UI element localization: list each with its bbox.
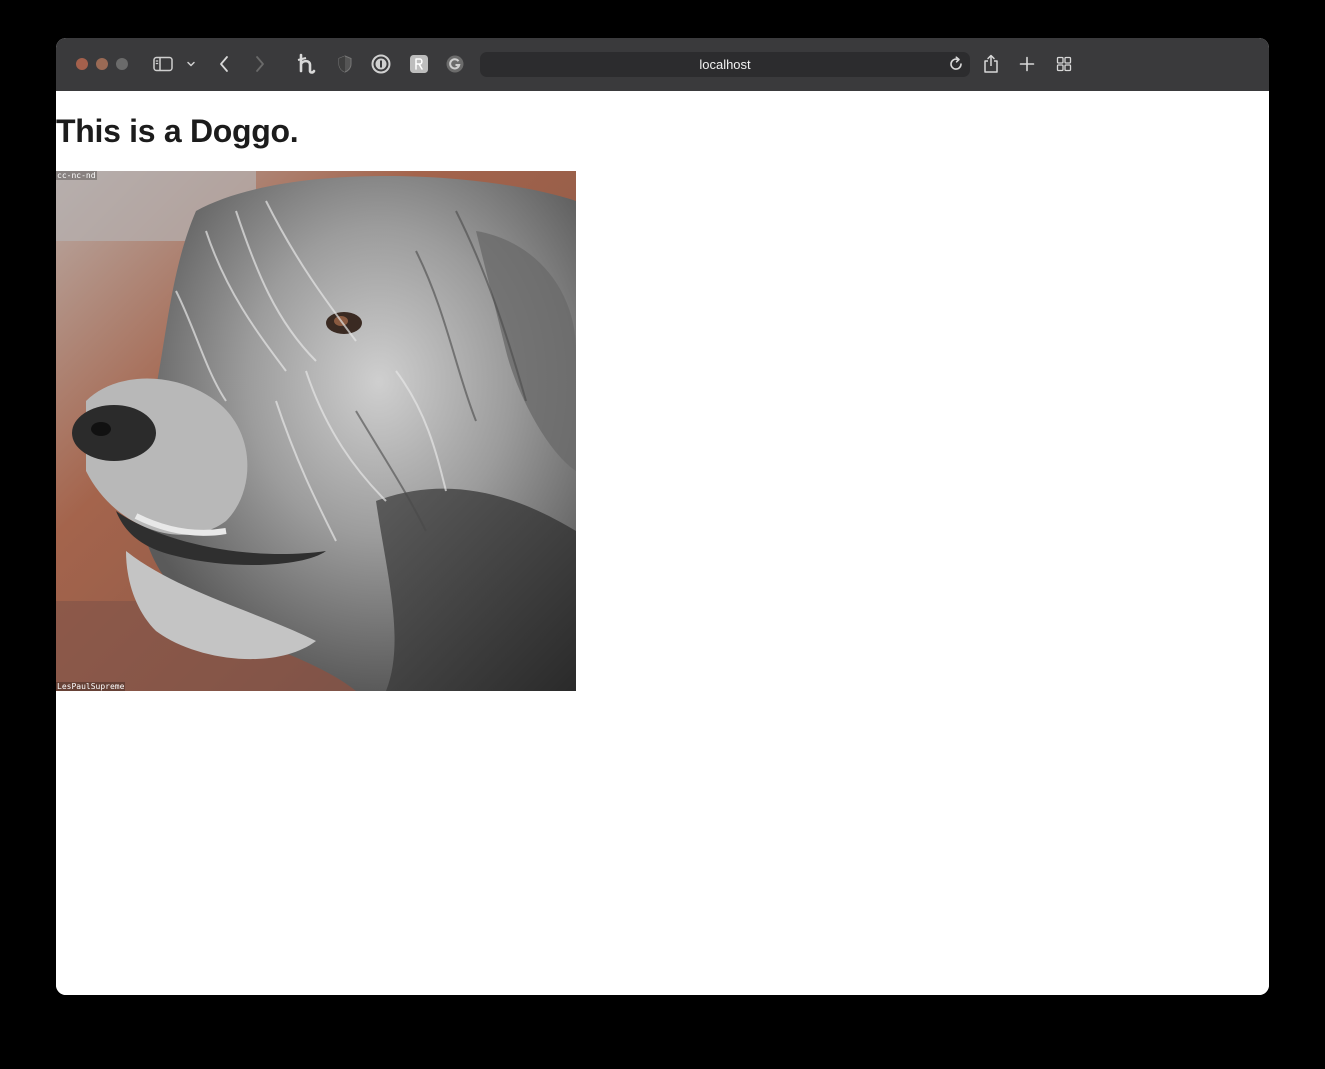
- grammarly-extension-icon[interactable]: [444, 51, 466, 77]
- page-content: This is a Doggo. cc-nc-nd LesPaulSupreme: [56, 91, 1269, 995]
- credit-caption: LesPaulSupreme: [56, 682, 126, 691]
- browser-window: localhost This is a Doggo. cc-nc-nd LesP…: [56, 38, 1269, 995]
- page-title: This is a Doggo.: [56, 113, 299, 149]
- new-tab-icon[interactable]: [1016, 51, 1038, 77]
- share-icon[interactable]: [980, 51, 1002, 77]
- close-window-button[interactable]: [76, 58, 88, 70]
- sidebar-icon[interactable]: [152, 51, 174, 77]
- back-icon[interactable]: [216, 51, 232, 77]
- readwise-extension-icon[interactable]: [408, 51, 430, 77]
- address-bar-url[interactable]: localhost: [480, 52, 970, 77]
- tab-overview-icon[interactable]: [1053, 51, 1075, 77]
- minimize-window-button[interactable]: [96, 58, 108, 70]
- browser-toolbar: localhost: [56, 38, 1269, 92]
- shield-extension-icon[interactable]: [334, 51, 356, 77]
- maximize-window-button[interactable]: [116, 58, 128, 70]
- honey-extension-icon[interactable]: [296, 51, 318, 77]
- reload-icon[interactable]: [946, 51, 966, 77]
- license-caption: cc-nc-nd: [56, 171, 97, 180]
- address-bar[interactable]: localhost: [480, 52, 970, 77]
- dog-image: [56, 171, 576, 691]
- dog-photo: cc-nc-nd LesPaulSupreme: [56, 171, 576, 691]
- forward-icon[interactable]: [252, 51, 268, 77]
- chevron-down-icon[interactable]: [184, 51, 198, 77]
- onepassword-extension-icon[interactable]: [370, 51, 392, 77]
